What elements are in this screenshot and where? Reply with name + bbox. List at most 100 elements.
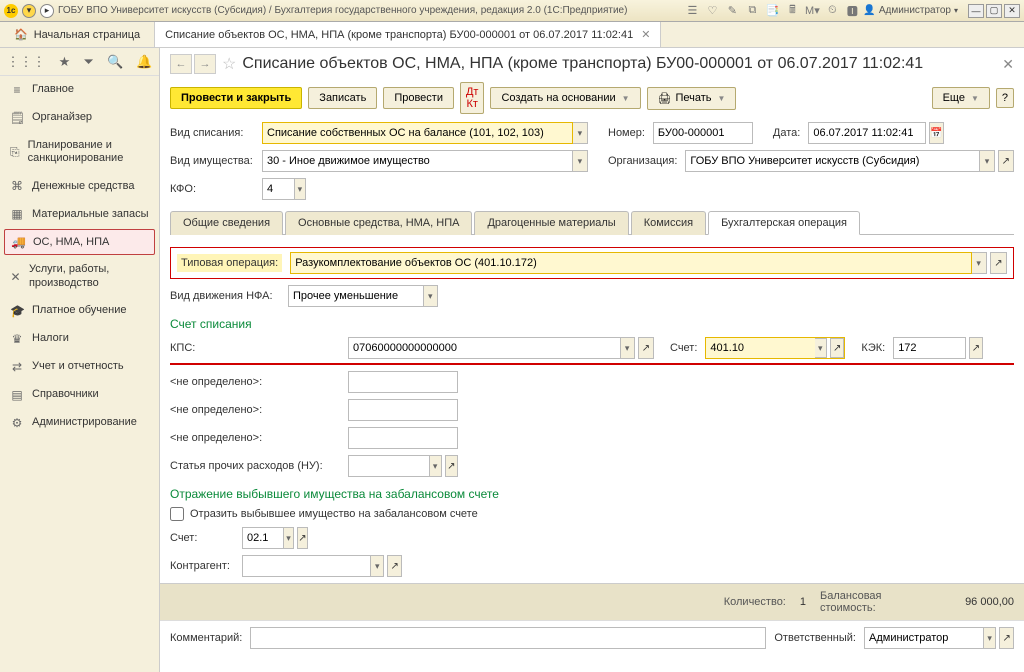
vid-dvij-input[interactable] [288, 285, 424, 307]
dropdown-button[interactable]: ▾ [984, 627, 997, 649]
sidebar-item-taxes[interactable]: ♛Налоги [0, 325, 159, 353]
movements-button[interactable]: ДтКт [460, 82, 485, 114]
kfo-input[interactable] [262, 178, 295, 200]
tb-icon[interactable]: M▾ [805, 4, 819, 18]
tb-icon[interactable]: 🖩 [785, 4, 799, 18]
tab-document[interactable]: Списание объектов ОС, НМА, НПА (кроме тр… [155, 22, 661, 47]
favorites-icon[interactable]: ★ [59, 54, 71, 70]
calendar-button[interactable]: 📅 [929, 122, 945, 144]
open-button[interactable]: ↗ [387, 555, 402, 577]
doc-close-button[interactable]: ✕ [1002, 56, 1014, 73]
print-button[interactable]: 🖨 Печать▼ [647, 87, 737, 110]
typ-op-label: Типовая операция: [177, 254, 282, 272]
typ-op-input[interactable] [290, 252, 971, 274]
dropdown-button[interactable]: ▾ [815, 338, 828, 358]
tb-icon[interactable]: ⧉ [745, 4, 759, 18]
close-button[interactable]: ✕ [1004, 4, 1020, 18]
post-and-close-button[interactable]: Провести и закрыть [170, 87, 302, 109]
offbalance-checkbox[interactable] [170, 507, 184, 521]
sidebar-item-organizer[interactable]: 🗒Органайзер [0, 104, 159, 132]
vid-imu-input[interactable] [262, 150, 573, 172]
sidebar-item-services[interactable]: ✕Услуги, работы, производство [0, 256, 159, 296]
open-button[interactable]: ↗ [998, 150, 1014, 172]
open-button[interactable]: ↗ [969, 337, 984, 359]
org-input[interactable] [685, 150, 980, 172]
favorite-icon[interactable]: ☆ [222, 54, 236, 74]
dropdown-button[interactable]: ▾ [424, 285, 438, 307]
tb-icon[interactable]: 📑 [765, 4, 779, 18]
maximize-button[interactable]: ▢ [986, 4, 1002, 18]
post-button[interactable]: Провести [383, 87, 454, 109]
open-button[interactable]: ↗ [990, 252, 1007, 274]
nav-back-button[interactable]: ▾ [22, 4, 36, 18]
kps-input[interactable] [348, 337, 621, 359]
tab-assets[interactable]: Основные средства, НМА, НПА [285, 211, 472, 235]
more-button[interactable]: Еще▼ [932, 87, 990, 109]
menu-icon[interactable]: ⋮⋮⋮ [7, 54, 46, 70]
dropdown-button[interactable]: ▾ [371, 555, 384, 577]
schet-label: Счет: [670, 342, 697, 354]
tb-icon[interactable]: 🅸 [845, 4, 859, 18]
kek-input[interactable] [893, 337, 966, 359]
dropdown-button[interactable]: ▾ [621, 337, 635, 359]
navigation-sidebar: ⋮⋮⋮ ★ ⏷ 🔍 🔔 ≡Главное 🗒Органайзер ⎘Планир… [0, 48, 160, 672]
create-based-button[interactable]: Создать на основании▼ [490, 87, 640, 109]
window-titlebar: 1c ▾ ▸ ГОБУ ВПО Университет искусств (Су… [0, 0, 1024, 22]
help-button[interactable]: ? [996, 88, 1014, 108]
sidebar-item-paid-edu[interactable]: 🎓Платное обучение [0, 297, 159, 325]
stat-input[interactable] [348, 455, 430, 477]
sidebar-item-planning[interactable]: ⎘Планирование и санкционирование [0, 132, 159, 172]
sidebar-item-reports[interactable]: ⇄Учет и отчетность [0, 353, 159, 381]
kontr-input[interactable] [242, 555, 371, 577]
tab-commission[interactable]: Комиссия [631, 211, 706, 235]
nav-fwd-button[interactable]: ▸ [40, 4, 54, 18]
nomer-input[interactable] [653, 122, 753, 144]
tab-close-icon[interactable]: ✕ [641, 28, 650, 41]
open-button[interactable]: ↗ [999, 627, 1014, 649]
history-icon[interactable]: ⏷ [83, 54, 93, 70]
open-button[interactable]: ↗ [297, 527, 308, 549]
undef-input-3[interactable] [348, 427, 458, 449]
tab-general[interactable]: Общие сведения [170, 211, 283, 235]
dropdown-button[interactable]: ▾ [972, 252, 987, 274]
save-button[interactable]: Записать [308, 87, 377, 109]
comment-input[interactable] [250, 627, 766, 649]
tab-precious[interactable]: Драгоценные материалы [474, 211, 628, 235]
open-button[interactable]: ↗ [638, 337, 654, 359]
doc-back-button[interactable]: ← [170, 54, 192, 74]
undef-label-3: <не определено>: [170, 432, 340, 444]
doc-fwd-button[interactable]: → [194, 54, 216, 74]
current-user[interactable]: 👤Администратор▾ [863, 5, 958, 16]
open-button[interactable]: ↗ [830, 338, 844, 358]
tab-accounting[interactable]: Бухгалтерская операция [708, 211, 860, 235]
sidebar-item-materials[interactable]: ▦Материальные запасы [0, 200, 159, 228]
dropdown-button[interactable]: ▾ [573, 150, 588, 172]
tb-icon[interactable]: ✎ [725, 4, 739, 18]
minimize-button[interactable]: — [968, 4, 984, 18]
open-button[interactable]: ↗ [445, 455, 458, 477]
sidebar-item-refs[interactable]: ▤Справочники [0, 381, 159, 409]
schet2-input[interactable] [242, 527, 284, 549]
dropdown-button[interactable]: ▾ [295, 178, 306, 200]
sidebar-item-os-nma-npa[interactable]: 🚚ОС, НМА, НПА [4, 229, 155, 255]
sidebar-item-main[interactable]: ≡Главное [0, 76, 159, 104]
responsible-input[interactable] [864, 627, 984, 649]
dropdown-button[interactable]: ▾ [284, 527, 294, 549]
undef-input-1[interactable] [348, 371, 458, 393]
tb-icon[interactable]: ☰ [685, 4, 699, 18]
tb-icon[interactable]: ♡ [705, 4, 719, 18]
dropdown-button[interactable]: ▾ [573, 122, 588, 144]
tb-icon[interactable]: ⏲ [825, 4, 839, 18]
vid-spisania-input[interactable] [262, 122, 573, 144]
dropdown-button[interactable]: ▾ [430, 455, 442, 477]
undef-input-2[interactable] [348, 399, 458, 421]
sidebar-item-money[interactable]: ⌘Денежные средства [0, 172, 159, 200]
sidebar-item-admin[interactable]: ⚙Администрирование [0, 409, 159, 437]
data-input[interactable] [808, 122, 925, 144]
schet-input[interactable] [706, 338, 814, 358]
document-content: ← → ☆ Списание объектов ОС, НМА, НПА (кр… [160, 48, 1024, 672]
notifications-icon[interactable]: 🔔 [136, 54, 152, 70]
dropdown-button[interactable]: ▾ [980, 150, 994, 172]
search-icon[interactable]: 🔍 [107, 54, 123, 70]
tab-home[interactable]: 🏠 Начальная страница [0, 22, 155, 47]
